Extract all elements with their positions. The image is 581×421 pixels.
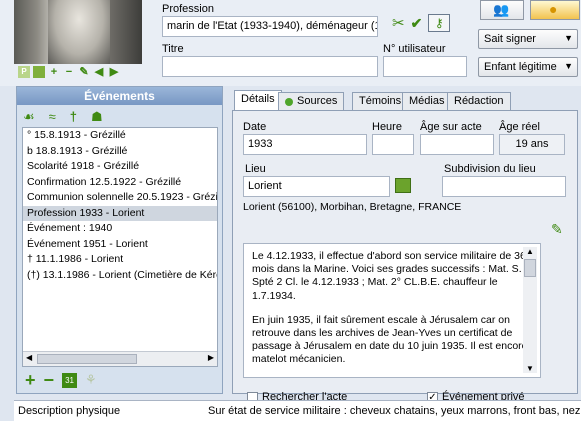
place-book-icon[interactable] — [395, 178, 411, 193]
book-icon[interactable] — [33, 66, 45, 78]
death-cross-icon[interactable]: † — [70, 109, 77, 125]
place-full-text: Lorient (56100), Morbihan, Bretagne, FRA… — [243, 201, 462, 213]
literacy-select[interactable]: Sait signer ▼ — [478, 29, 578, 49]
real-age-label: Âge réel — [499, 121, 540, 133]
event-item[interactable]: (†) 13.1.1986 - Lorient (Cimetière de Ké… — [23, 268, 217, 284]
tab-sources-label: Sources — [297, 95, 338, 107]
physical-description-bar: Description physique Sur état de service… — [14, 400, 581, 421]
date-field[interactable]: 1933 — [243, 134, 367, 155]
time-field[interactable] — [372, 134, 414, 155]
baptism-icon[interactable]: ☙ — [23, 109, 35, 125]
events-panel: Événements ☙ ≈ † ☗ ° 15.8.1913 - Grézill… — [16, 86, 223, 394]
photo-toolbar: P + − ✎ ◀ ▶ — [18, 66, 120, 80]
add-event-icon[interactable]: + — [25, 371, 36, 389]
event-item[interactable]: Événement 1951 - Lorient — [23, 237, 217, 253]
remove-event-icon[interactable]: − — [44, 371, 55, 389]
subdivision-label: Subdivision du lieu — [444, 163, 536, 175]
details-tab-body: Date 1933 Heure Âge sur acte Âge réel 19… — [232, 110, 578, 403]
age-on-record-label: Âge sur acte — [420, 121, 482, 133]
user-button[interactable]: ● — [530, 0, 580, 20]
remove-icon[interactable]: − — [63, 66, 75, 78]
relatives-button[interactable]: 👥 — [480, 0, 524, 20]
chevron-down-icon: ▼ — [564, 33, 573, 43]
check-icon[interactable]: ✔ — [411, 15, 423, 32]
notes-vertical-scrollbar[interactable]: ▲ ▼ — [523, 247, 537, 373]
person-header: P + − ✎ ◀ ▶ Profession marin de l'Etat (… — [0, 0, 581, 86]
profession-label: Profession — [162, 3, 214, 15]
literacy-select-value: Sait signer — [484, 33, 536, 45]
physical-description-label: Description physique — [18, 405, 121, 417]
scrollbar-thumb[interactable] — [524, 259, 536, 277]
age-on-record-field[interactable] — [420, 134, 494, 155]
events-bottom-toolbar: + − 31 ⚘ — [25, 371, 97, 389]
notes-paragraph-2: En juin 1935, il fait sûrement escale à … — [252, 313, 528, 366]
user-number-field[interactable] — [383, 56, 467, 77]
tab-writing[interactable]: Rédaction — [447, 92, 511, 110]
events-panel-title: Événements — [17, 87, 222, 105]
event-item[interactable]: † 11.1.1986 - Lorient — [23, 252, 217, 268]
key-icon[interactable]: ⚷ — [428, 14, 451, 32]
user-number-label: N° utilisateur — [383, 43, 446, 55]
time-label: Heure — [372, 121, 402, 133]
scroll-left-icon[interactable]: ◀ — [26, 353, 32, 362]
real-age-value: 19 ans — [499, 134, 565, 155]
scissors-icon[interactable]: ✂ — [392, 14, 405, 32]
tab-details[interactable]: Détails — [234, 90, 282, 111]
event-details-panel: Détails Sources Témoins Médias Rédaction… — [230, 88, 580, 403]
event-item[interactable]: Événement : 1940 — [23, 221, 217, 237]
calendar-icon[interactable]: 31 — [62, 372, 78, 388]
notes-paragraph-1: Le 4.12.1933, il effectue d'abord son se… — [252, 250, 526, 302]
legitimacy-select[interactable]: Enfant légitime ▼ — [478, 57, 578, 77]
scrollbar-thumb[interactable] — [37, 354, 137, 364]
sources-dot-icon — [285, 98, 293, 106]
scroll-right-icon[interactable]: ▶ — [208, 353, 214, 362]
event-item[interactable]: Communion solennelle 20.5.1923 - Grézill… — [23, 190, 217, 206]
person-photo[interactable] — [14, 0, 142, 64]
event-item[interactable]: b 18.8.1913 - Grézillé — [23, 144, 217, 160]
events-toolbar: ☙ ≈ † ☗ — [23, 109, 103, 125]
event-item[interactable]: ° 15.8.1913 - Grézillé — [23, 128, 217, 144]
scroll-down-icon[interactable]: ▼ — [526, 364, 534, 373]
prev-icon[interactable]: ◀ — [93, 66, 105, 78]
profession-tools: ✂ ✔ ⚷ — [392, 14, 451, 32]
burial-icon[interactable]: ☗ — [91, 109, 103, 125]
tab-media[interactable]: Médias — [402, 92, 452, 110]
profession-field[interactable]: marin de l'Etat (1933-1940), déménageur … — [162, 16, 378, 37]
people-icon: 👥 — [493, 2, 510, 17]
scroll-up-icon[interactable]: ▲ — [526, 247, 534, 256]
titre-field[interactable] — [162, 56, 378, 77]
user-icon: ● — [549, 1, 558, 17]
physical-description-field[interactable]: Sur état de service militaire : cheveux … — [208, 405, 580, 417]
events-horizontal-scrollbar[interactable]: ◀ ▶ — [23, 351, 217, 366]
photo-icon[interactable]: P — [18, 66, 30, 78]
events-list: ° 15.8.1913 - Grézillé b 18.8.1913 - Gré… — [22, 127, 218, 367]
date-label: Date — [243, 121, 267, 133]
place-label: Lieu — [245, 163, 266, 175]
tab-sources[interactable]: Sources — [278, 92, 345, 110]
sort-icon[interactable]: ⚘ — [85, 372, 97, 388]
event-notes[interactable]: Le 4.12.1933, il effectue d'abord son se… — [243, 243, 541, 378]
place-field[interactable]: Lorient — [243, 176, 390, 197]
tab-witnesses[interactable]: Témoins — [352, 92, 409, 110]
edit-notes-icon[interactable]: ✎ — [551, 221, 563, 238]
chevron-down-icon: ▼ — [564, 61, 573, 71]
event-item[interactable]: Scolarité 1918 - Grézillé — [23, 159, 217, 175]
marriage-icon[interactable]: ≈ — [49, 109, 56, 125]
next-icon[interactable]: ▶ — [108, 66, 120, 78]
add-icon[interactable]: + — [48, 66, 60, 78]
legitimacy-select-value: Enfant légitime — [484, 61, 557, 73]
subdivision-field[interactable] — [442, 176, 566, 197]
event-item-selected[interactable]: Profession 1933 - Lorient — [23, 205, 217, 221]
titre-label: Titre — [162, 43, 184, 55]
edit-icon[interactable]: ✎ — [78, 66, 90, 78]
event-item[interactable]: Confirmation 12.5.1922 - Grézillé — [23, 175, 217, 191]
